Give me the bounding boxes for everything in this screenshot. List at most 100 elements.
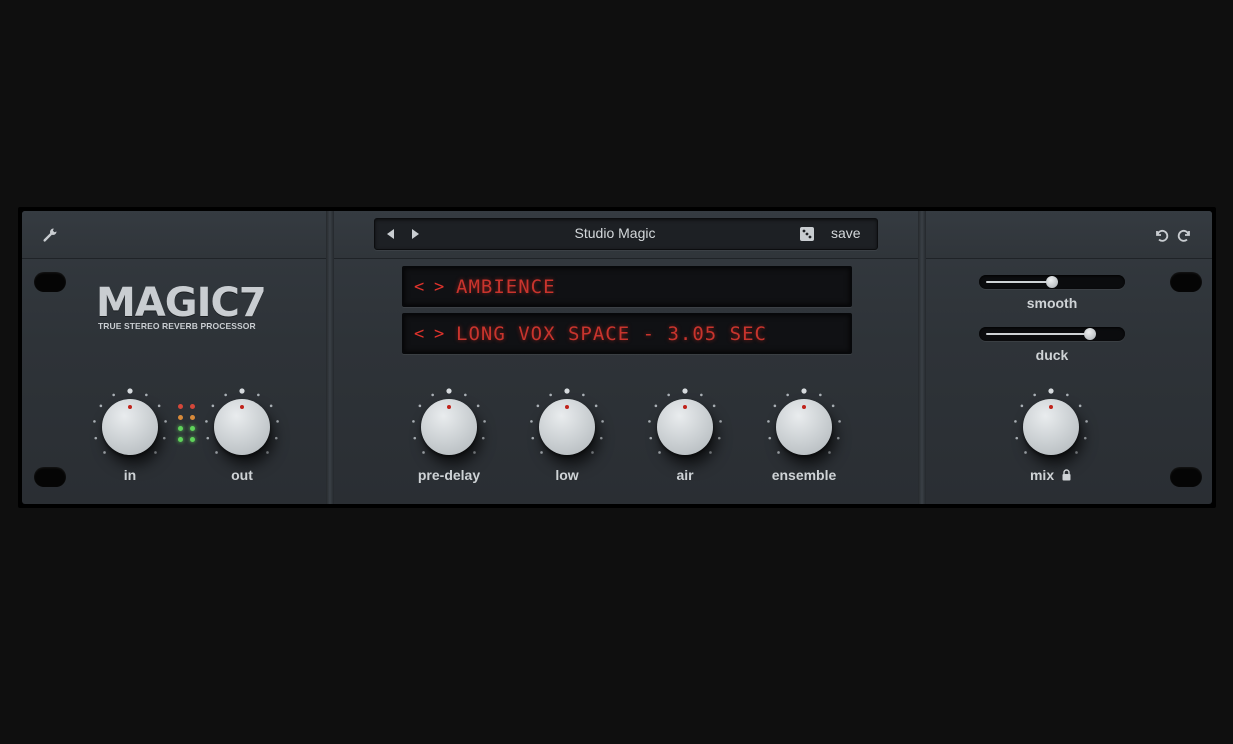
category-next-button[interactable]: > [434, 277, 444, 297]
knob-tick [601, 420, 604, 423]
program-prev-button[interactable]: < [414, 324, 424, 344]
knob-tick [777, 451, 780, 454]
predelay-label: pre-delay [417, 467, 481, 483]
out-label: out [231, 467, 253, 483]
meter-led-green [178, 437, 183, 442]
redo-icon[interactable] [1174, 224, 1196, 246]
knob-tick [162, 436, 166, 440]
knob-tick [1075, 451, 1078, 454]
section-divider-right [918, 211, 926, 504]
rack-screw [34, 467, 66, 487]
knob-tick [648, 420, 651, 423]
meter-led-red [190, 404, 195, 409]
predelay-knob-control [404, 381, 494, 481]
triangle-left-icon[interactable] [383, 226, 399, 242]
knob-tick [667, 393, 670, 397]
knob-tick [819, 393, 822, 397]
knob-tick [719, 420, 722, 423]
knob-tick [1020, 404, 1024, 408]
knob-pointer [128, 405, 132, 409]
air-label: air [676, 467, 694, 483]
wrench-icon[interactable] [38, 223, 62, 247]
knob-tick [93, 420, 96, 423]
knob-tick [1066, 393, 1069, 397]
meter-led-orange [178, 415, 183, 420]
ensemble-knob[interactable] [776, 399, 832, 455]
out-knob-control [197, 381, 287, 481]
program-display: < > LONG VOX SPACE - 3.05 SEC [402, 313, 852, 354]
smooth-label: smooth [1026, 295, 1078, 311]
out-knob[interactable] [214, 399, 270, 455]
duck-slider-fill [986, 333, 1091, 335]
mix-label-group: mix [991, 467, 1111, 483]
knob-tick [767, 420, 770, 423]
knob-tick [266, 451, 269, 454]
low-knob-control [522, 381, 612, 481]
preset-name[interactable]: Studio Magic [495, 225, 735, 241]
knob-tick [658, 451, 661, 454]
knob-tick [786, 393, 789, 397]
knob-tick [127, 388, 133, 394]
duck-slider-track[interactable] [979, 327, 1125, 341]
knob-tick [536, 404, 540, 408]
knob-tick [269, 404, 273, 408]
undo-icon[interactable] [1150, 224, 1172, 246]
air-knob-control [640, 381, 730, 481]
in-knob[interactable] [102, 399, 158, 455]
knob-tick [591, 451, 594, 454]
ensemble-label: ensemble [771, 467, 837, 483]
save-button[interactable]: save [831, 225, 861, 241]
knob-tick [418, 404, 422, 408]
category-display: < > AMBIENCE [402, 266, 852, 307]
mix-knob[interactable] [1023, 399, 1079, 455]
knob-tick [549, 393, 552, 397]
knob-tick [276, 420, 279, 423]
knob-tick [1083, 436, 1087, 440]
knob-tick [1033, 393, 1036, 397]
knob-tick [464, 393, 467, 397]
logo-title: MAGIC7 [96, 280, 267, 326]
in-label: in [123, 467, 137, 483]
knob-tick [205, 420, 208, 423]
knob-tick [473, 451, 476, 454]
knob-tick [712, 404, 716, 408]
knob-tick [481, 436, 485, 440]
predelay-knob[interactable] [421, 399, 477, 455]
input-level-meter [178, 404, 198, 448]
knob-tick [1078, 404, 1082, 408]
triangle-right-icon[interactable] [407, 226, 423, 242]
category-text[interactable]: AMBIENCE [456, 276, 556, 298]
knob-tick [831, 404, 835, 408]
knob-tick [773, 404, 777, 408]
knob-tick [1085, 420, 1088, 423]
meter-led-green [190, 437, 195, 442]
knob-tick [164, 420, 167, 423]
duck-slider-thumb[interactable] [1084, 328, 1097, 340]
smooth-slider-thumb[interactable] [1046, 276, 1058, 288]
knob-tick [157, 404, 161, 408]
knob-pointer [240, 405, 244, 409]
knob-tick [1048, 388, 1054, 394]
lock-icon[interactable] [1061, 469, 1072, 481]
knob-tick [224, 393, 227, 397]
mix-label: mix [1029, 467, 1055, 483]
knob-pointer [683, 405, 687, 409]
mix-knob-control [1006, 381, 1096, 481]
category-prev-button[interactable]: < [414, 277, 424, 297]
in-knob-control [85, 381, 175, 481]
smooth-slider-track[interactable] [979, 275, 1125, 289]
knob-tick [531, 436, 535, 440]
rack-screw [1170, 467, 1202, 487]
air-knob[interactable] [657, 399, 713, 455]
dice-icon[interactable] [799, 226, 815, 242]
knob-tick [801, 388, 807, 394]
knob-tick [1015, 436, 1019, 440]
knob-pointer [802, 405, 806, 409]
knob-tick [154, 451, 157, 454]
knob-tick [717, 436, 721, 440]
low-knob[interactable] [539, 399, 595, 455]
product-logo: MAGIC7 TRUE STEREO REVERB PROCESSOR [96, 280, 267, 331]
section-divider-left [326, 211, 334, 504]
program-text[interactable]: LONG VOX SPACE - 3.05 SEC [456, 323, 767, 345]
program-next-button[interactable]: > [434, 324, 444, 344]
